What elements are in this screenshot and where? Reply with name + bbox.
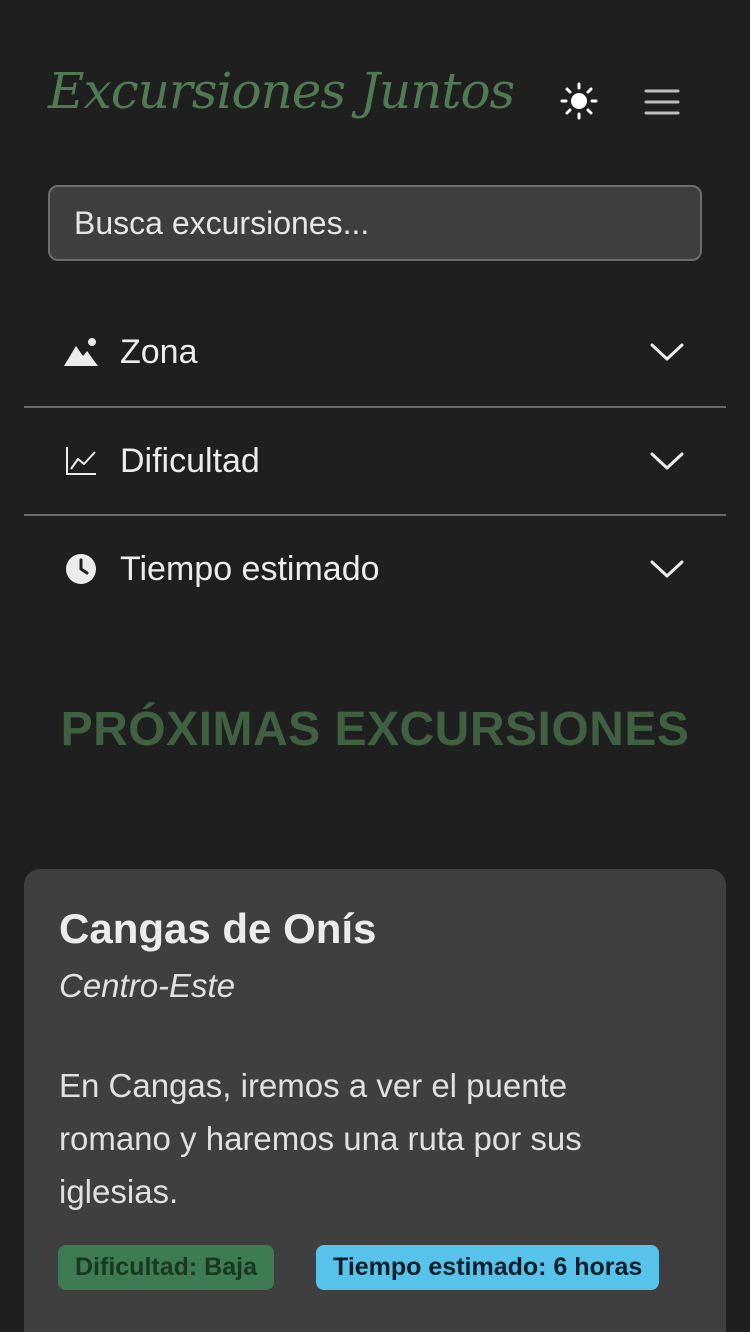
excursion-title: Cangas de Onís — [59, 905, 377, 952]
excursion-zone: Centro-Este — [59, 967, 236, 1004]
filter-dificultad[interactable]: Dificultad — [24, 406, 726, 514]
filter-list: Zona Dificultad Tiempo estimado — [24, 298, 726, 622]
time-badge: Tiempo estimado: 6 horas — [316, 1245, 660, 1290]
menu-button[interactable] — [640, 84, 684, 124]
excursion-description: En Cangas, iremos a ver el puente romano… — [59, 1067, 582, 1210]
section-title: PRÓXIMAS EXCURSIONES — [60, 703, 690, 756]
filter-tiempo[interactable]: Tiempo estimado — [24, 514, 726, 622]
line-chart-icon — [62, 442, 100, 480]
chevron-down-icon — [648, 340, 686, 364]
chevron-down-icon — [648, 449, 686, 473]
site-logo[interactable]: Excursiones Juntos — [48, 62, 515, 120]
clock-icon — [62, 550, 100, 588]
search-input[interactable] — [48, 185, 702, 261]
theme-toggle-button[interactable] — [558, 82, 600, 124]
hamburger-menu-icon — [644, 87, 680, 122]
mountain-icon — [62, 333, 100, 371]
difficulty-badge: Dificultad: Baja — [58, 1245, 274, 1290]
filter-label: Dificultad — [120, 441, 260, 480]
filter-label: Tiempo estimado — [120, 549, 380, 588]
filter-zona[interactable]: Zona — [24, 298, 726, 406]
page: Excursiones Juntos Busca excursiones... … — [0, 0, 750, 1332]
filter-label: Zona — [120, 332, 198, 371]
header: Excursiones Juntos — [0, 0, 750, 180]
excursion-card[interactable]: Cangas de Onís Centro-Este En Cangas, ir… — [24, 869, 726, 1332]
sun-icon — [560, 82, 598, 125]
chevron-down-icon — [648, 557, 686, 581]
